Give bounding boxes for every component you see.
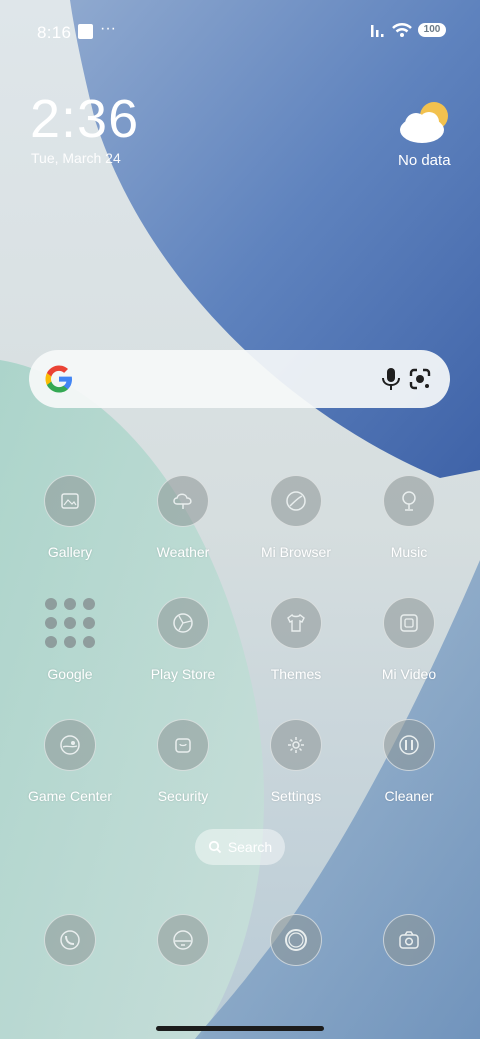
app-game-center[interactable]: Game Center [15, 719, 125, 804]
dock-phone[interactable] [15, 914, 125, 966]
app-music[interactable]: Music [354, 475, 464, 560]
weather-label[interactable]: No data [398, 152, 451, 169]
app-weather[interactable]: Weather [128, 475, 238, 560]
mi-video-icon [383, 597, 435, 649]
signal-icon [371, 25, 384, 37]
wifi-icon [392, 23, 412, 37]
messages-icon [157, 914, 209, 966]
lens-icon[interactable] [408, 367, 432, 391]
app-label: Weather [156, 544, 210, 560]
app-themes[interactable]: Themes [241, 597, 351, 682]
app-cleaner[interactable]: Cleaner [354, 719, 464, 804]
dock-browser[interactable] [241, 914, 351, 966]
app-google-folder[interactable]: Google [15, 597, 125, 682]
dock-camera[interactable] [354, 914, 464, 966]
app-play-store[interactable]: Play Store [128, 597, 238, 682]
mi-browser-icon [270, 475, 322, 527]
app-label: Game Center [27, 788, 113, 804]
game-center-icon [44, 719, 96, 771]
app-mi-video[interactable]: Mi Video [354, 597, 464, 682]
mic-icon[interactable] [379, 366, 403, 392]
app-label: Settings [270, 788, 322, 804]
app-label: Themes [270, 666, 322, 682]
weather-cloud-sun-icon[interactable] [396, 98, 452, 146]
app-label: Cleaner [384, 788, 434, 804]
app-label: Mi Video [381, 666, 437, 682]
gallery-icon [44, 475, 96, 527]
app-gallery[interactable]: Gallery [15, 475, 125, 560]
app-label: Mi Browser [260, 544, 331, 560]
app-search-button[interactable]: Search [195, 829, 285, 865]
search-icon [208, 840, 221, 854]
security-icon [157, 719, 209, 771]
dock-messages[interactable] [128, 914, 238, 966]
clock-date[interactable]: Tue, March 24 [31, 150, 121, 166]
app-label: Play Store [150, 666, 216, 682]
status-bar: 8:16 ··· 100 [0, 0, 480, 64]
google-g-icon [45, 365, 72, 393]
camera-icon [383, 914, 435, 966]
play-store-icon [157, 597, 209, 649]
google-folder-icon [44, 597, 96, 649]
app-label: Security [157, 788, 209, 804]
app-mi-browser[interactable]: Mi Browser [241, 475, 351, 560]
app-security[interactable]: Security [128, 719, 238, 804]
weather-app-icon [157, 475, 209, 527]
app-settings[interactable]: Settings [241, 719, 351, 804]
phone-icon [44, 914, 96, 966]
google-search-widget[interactable] [29, 350, 450, 408]
clock-time[interactable]: 2:36 [30, 88, 139, 150]
battery-icon: 100 [418, 23, 446, 37]
themes-icon [270, 597, 322, 649]
cleaner-icon [383, 719, 435, 771]
more-notifications-icon: ··· [100, 20, 116, 37]
browser-icon [270, 914, 322, 966]
notification-square-icon [78, 24, 93, 39]
app-label: Google [47, 666, 93, 682]
settings-gear-icon [270, 719, 322, 771]
app-label: Gallery [47, 544, 93, 560]
app-label: Music [390, 544, 428, 560]
status-time: 8:16 [37, 23, 72, 42]
home-indicator[interactable] [156, 1026, 324, 1031]
app-search-label: Search [227, 839, 273, 855]
battery-level: 100 [423, 24, 441, 35]
music-icon [383, 475, 435, 527]
